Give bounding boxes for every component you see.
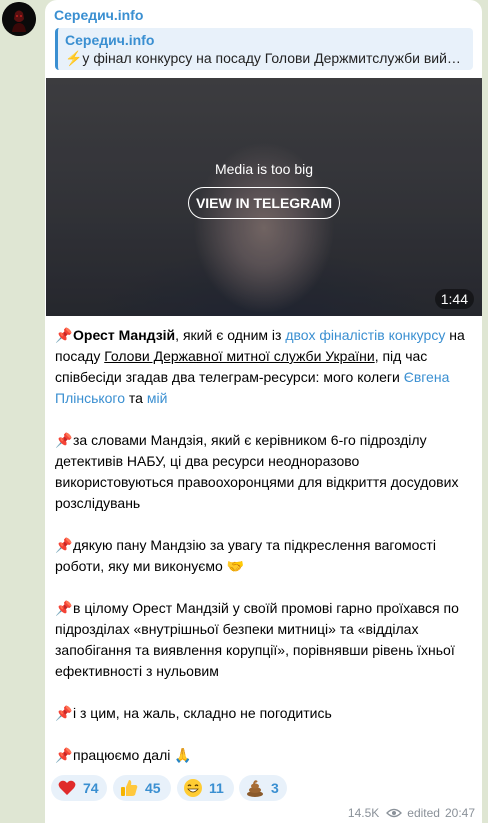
- paragraph-2: 📌за словами Мандзія, який є керівником 6…: [55, 430, 475, 514]
- person-name: Орест Мандзій: [73, 327, 176, 343]
- message-meta: 14.5K edited 20:47: [343, 806, 475, 820]
- reply-title: Середич.info: [65, 32, 155, 48]
- text-span: в цілому Орест Мандзій у своїй промові г…: [55, 600, 459, 679]
- paragraph-5: 📌і з цим, на жаль, складно не погодитись: [55, 703, 475, 724]
- finalists-link[interactable]: двох фіналістів конкурсу: [285, 327, 445, 343]
- message-text: 📌Орест Мандзій, який є одним із двох фін…: [55, 325, 475, 787]
- paragraph-6: 📌працюємо далі 🙏: [55, 745, 475, 766]
- edited-label: edited: [407, 806, 440, 820]
- pushpin-icon: 📌: [55, 432, 73, 448]
- avatar-figure-icon: [2, 2, 36, 36]
- reaction-count: 74: [83, 780, 99, 796]
- reaction-thumbs-up[interactable]: 45: [113, 775, 171, 801]
- reaction-heart[interactable]: 74: [51, 775, 107, 801]
- message-time: 20:47: [444, 806, 475, 820]
- paragraph-4: 📌в цілому Орест Мандзій у своїй промові …: [55, 598, 475, 682]
- text-span: і з цим, на жаль, складно не погодитись: [73, 705, 332, 721]
- message-bubble: Середич.info Середич.info ⚡у фінал конку…: [45, 0, 482, 823]
- reaction-grin[interactable]: 11: [177, 775, 234, 801]
- reaction-count: 45: [145, 780, 161, 796]
- eye-icon: [386, 808, 403, 818]
- reaction-count: 11: [209, 780, 224, 796]
- channel-avatar[interactable]: [2, 2, 36, 36]
- text-span: , який є одним із: [175, 327, 286, 343]
- thumbs-up-icon: [121, 780, 138, 796]
- pushpin-icon: 📌: [55, 705, 73, 721]
- my-channel-link[interactable]: мій: [147, 390, 168, 406]
- view-count: 14.5K: [347, 806, 380, 820]
- poop-icon: [247, 780, 263, 797]
- paragraph-3: 📌дякую пану Мандзію за увагу та підкресл…: [55, 535, 475, 577]
- reaction-poop[interactable]: 3: [239, 775, 287, 801]
- handshake-icon: 🤝: [226, 558, 245, 574]
- channel-name[interactable]: Середич.info: [54, 7, 143, 23]
- text-span: за словами Мандзія, який є керівником 6-…: [55, 432, 459, 511]
- pushpin-icon: 📌: [55, 600, 73, 616]
- text-span: дякую пану Мандзію за увагу та підкресле…: [55, 537, 436, 574]
- pushpin-icon: 📌: [55, 327, 73, 343]
- customs-head-link[interactable]: Голови Державної митної служби України: [104, 348, 374, 364]
- praying-hands-icon: 🙏: [174, 747, 192, 763]
- pushpin-icon: 📌: [55, 747, 73, 763]
- reaction-count: 3: [271, 780, 279, 796]
- view-in-telegram-button[interactable]: VIEW IN TELEGRAM: [188, 187, 340, 219]
- reply-preview[interactable]: Середич.info ⚡у фінал конкурсу на посаду…: [55, 28, 473, 70]
- heart-icon: [58, 780, 76, 795]
- text-span: працюємо далі: [73, 747, 171, 763]
- reply-text: ⚡у фінал конкурсу на посаду Голови Держм…: [65, 50, 467, 66]
- video-preview[interactable]: Media is too big VIEW IN TELEGRAM 1:44: [46, 78, 482, 316]
- video-duration: 1:44: [434, 289, 474, 309]
- grin-icon: [184, 779, 202, 797]
- paragraph-1: 📌Орест Мандзій, який є одним із двох фін…: [55, 325, 475, 409]
- pushpin-icon: 📌: [55, 537, 73, 553]
- text-span: та: [125, 390, 147, 406]
- media-too-big-message: Media is too big: [214, 161, 314, 177]
